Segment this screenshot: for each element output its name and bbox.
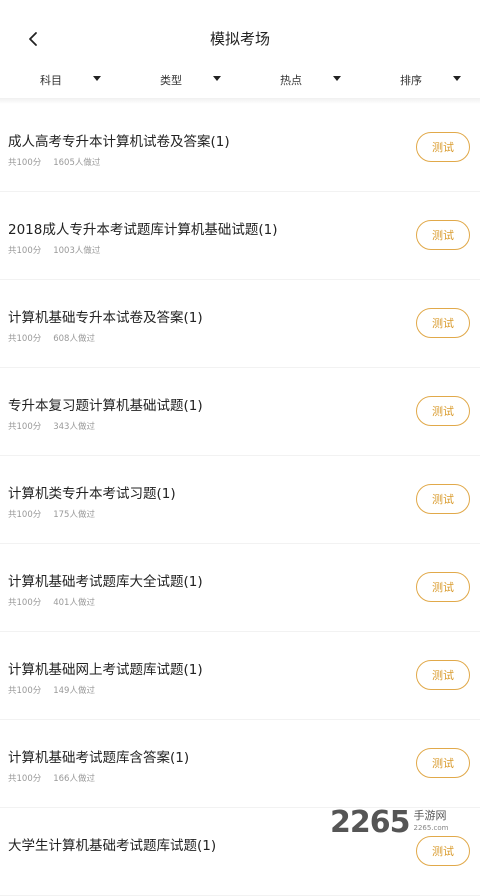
- exam-title: 计算机基础考试题库大全试题(1): [8, 574, 203, 590]
- list-item[interactable]: 专升本复习题计算机基础试题(1) 共100分 343人做过 测试: [0, 368, 480, 456]
- exam-title: 成人高考专升本计算机试卷及答案(1): [8, 134, 230, 150]
- exam-count: 1003人做过: [53, 246, 101, 256]
- list-item[interactable]: 成人高考专升本计算机试卷及答案(1) 共100分 1605人做过 测试: [0, 104, 480, 192]
- filter-type[interactable]: 类型: [120, 62, 240, 96]
- exam-count: 1605人做过: [53, 158, 101, 168]
- list-item[interactable]: 计算机类专升本考试习题(1) 共100分 175人做过 测试: [0, 456, 480, 544]
- exam-title: 计算机基础网上考试题库试题(1): [8, 662, 203, 678]
- watermark-logo: 2265 手游网 2265.com: [330, 800, 480, 844]
- exam-title: 2018成人专升本考试题库计算机基础试题(1): [8, 222, 278, 238]
- watermark-site: 手游网: [413, 809, 447, 822]
- test-button[interactable]: 测试: [416, 396, 470, 426]
- exam-title: 计算机基础专升本试卷及答案(1): [8, 310, 203, 326]
- filter-label: 排序: [400, 74, 422, 87]
- test-button[interactable]: 测试: [416, 484, 470, 514]
- caret-down-icon: [333, 76, 341, 81]
- list-item[interactable]: 计算机基础考试题库大全试题(1) 共100分 401人做过 测试: [0, 544, 480, 632]
- exam-count: 166人做过: [53, 774, 95, 784]
- exam-score: 共100分: [8, 422, 42, 432]
- test-button[interactable]: 测试: [416, 660, 470, 690]
- exam-count: 608人做过: [53, 334, 95, 344]
- filter-sort[interactable]: 排序: [360, 62, 480, 96]
- filter-label: 科目: [40, 74, 62, 87]
- exam-list: 成人高考专升本计算机试卷及答案(1) 共100分 1605人做过 测试 2018成…: [0, 104, 480, 896]
- exam-count: 175人做过: [53, 510, 95, 520]
- filter-hot[interactable]: 热点: [240, 62, 360, 96]
- list-item[interactable]: 计算机基础专升本试卷及答案(1) 共100分 608人做过 测试: [0, 280, 480, 368]
- filter-bar: 科目 类型 热点 排序: [0, 62, 480, 96]
- watermark-number: 2265: [330, 804, 410, 840]
- exam-score: 共100分: [8, 246, 42, 256]
- exam-title: 专升本复习题计算机基础试题(1): [8, 398, 203, 414]
- test-button[interactable]: 测试: [416, 572, 470, 602]
- exam-meta: 共100分 166人做过: [8, 772, 95, 784]
- exam-count: 343人做过: [53, 422, 95, 432]
- watermark-text: 手游网 2265.com: [414, 810, 449, 834]
- exam-score: 共100分: [8, 334, 42, 344]
- exam-meta: 共100分 149人做过: [8, 684, 95, 696]
- caret-down-icon: [93, 76, 101, 81]
- list-item[interactable]: 2018成人专升本考试题库计算机基础试题(1) 共100分 1003人做过 测试: [0, 192, 480, 280]
- exam-count: 149人做过: [53, 686, 95, 696]
- exam-meta: 共100分 1605人做过: [8, 156, 100, 168]
- exam-title: 计算机类专升本考试习题(1): [8, 486, 176, 502]
- test-button[interactable]: 测试: [416, 308, 470, 338]
- exam-count: 401人做过: [53, 598, 95, 608]
- exam-score: 共100分: [8, 774, 42, 784]
- filter-label: 热点: [280, 74, 302, 87]
- exam-score: 共100分: [8, 598, 42, 608]
- exam-meta: 共100分 1003人做过: [8, 244, 100, 256]
- exam-score: 共100分: [8, 158, 42, 168]
- exam-title: 计算机基础考试题库含答案(1): [8, 750, 190, 766]
- watermark-domain: 2265.com: [413, 824, 449, 832]
- exam-meta: 共100分 175人做过: [8, 508, 95, 520]
- caret-down-icon: [453, 76, 461, 81]
- list-item[interactable]: 计算机基础考试题库含答案(1) 共100分 166人做过 测试: [0, 720, 480, 808]
- test-button[interactable]: 测试: [416, 748, 470, 778]
- test-button[interactable]: 测试: [416, 220, 470, 250]
- exam-score: 共100分: [8, 686, 42, 696]
- exam-meta: 共100分 608人做过: [8, 332, 95, 344]
- page-title: 模拟考场: [209, 30, 270, 48]
- filter-subject[interactable]: 科目: [0, 62, 120, 96]
- exam-meta: 共100分 343人做过: [8, 420, 95, 432]
- filter-label: 类型: [160, 74, 182, 87]
- exam-title: 大学生计算机基础考试题库试题(1): [8, 838, 217, 854]
- exam-score: 共100分: [8, 510, 42, 520]
- test-button[interactable]: 测试: [416, 132, 470, 162]
- caret-down-icon: [213, 76, 221, 81]
- list-item[interactable]: 计算机基础网上考试题库试题(1) 共100分 149人做过 测试: [0, 632, 480, 720]
- exam-meta: 共100分 401人做过: [8, 596, 95, 608]
